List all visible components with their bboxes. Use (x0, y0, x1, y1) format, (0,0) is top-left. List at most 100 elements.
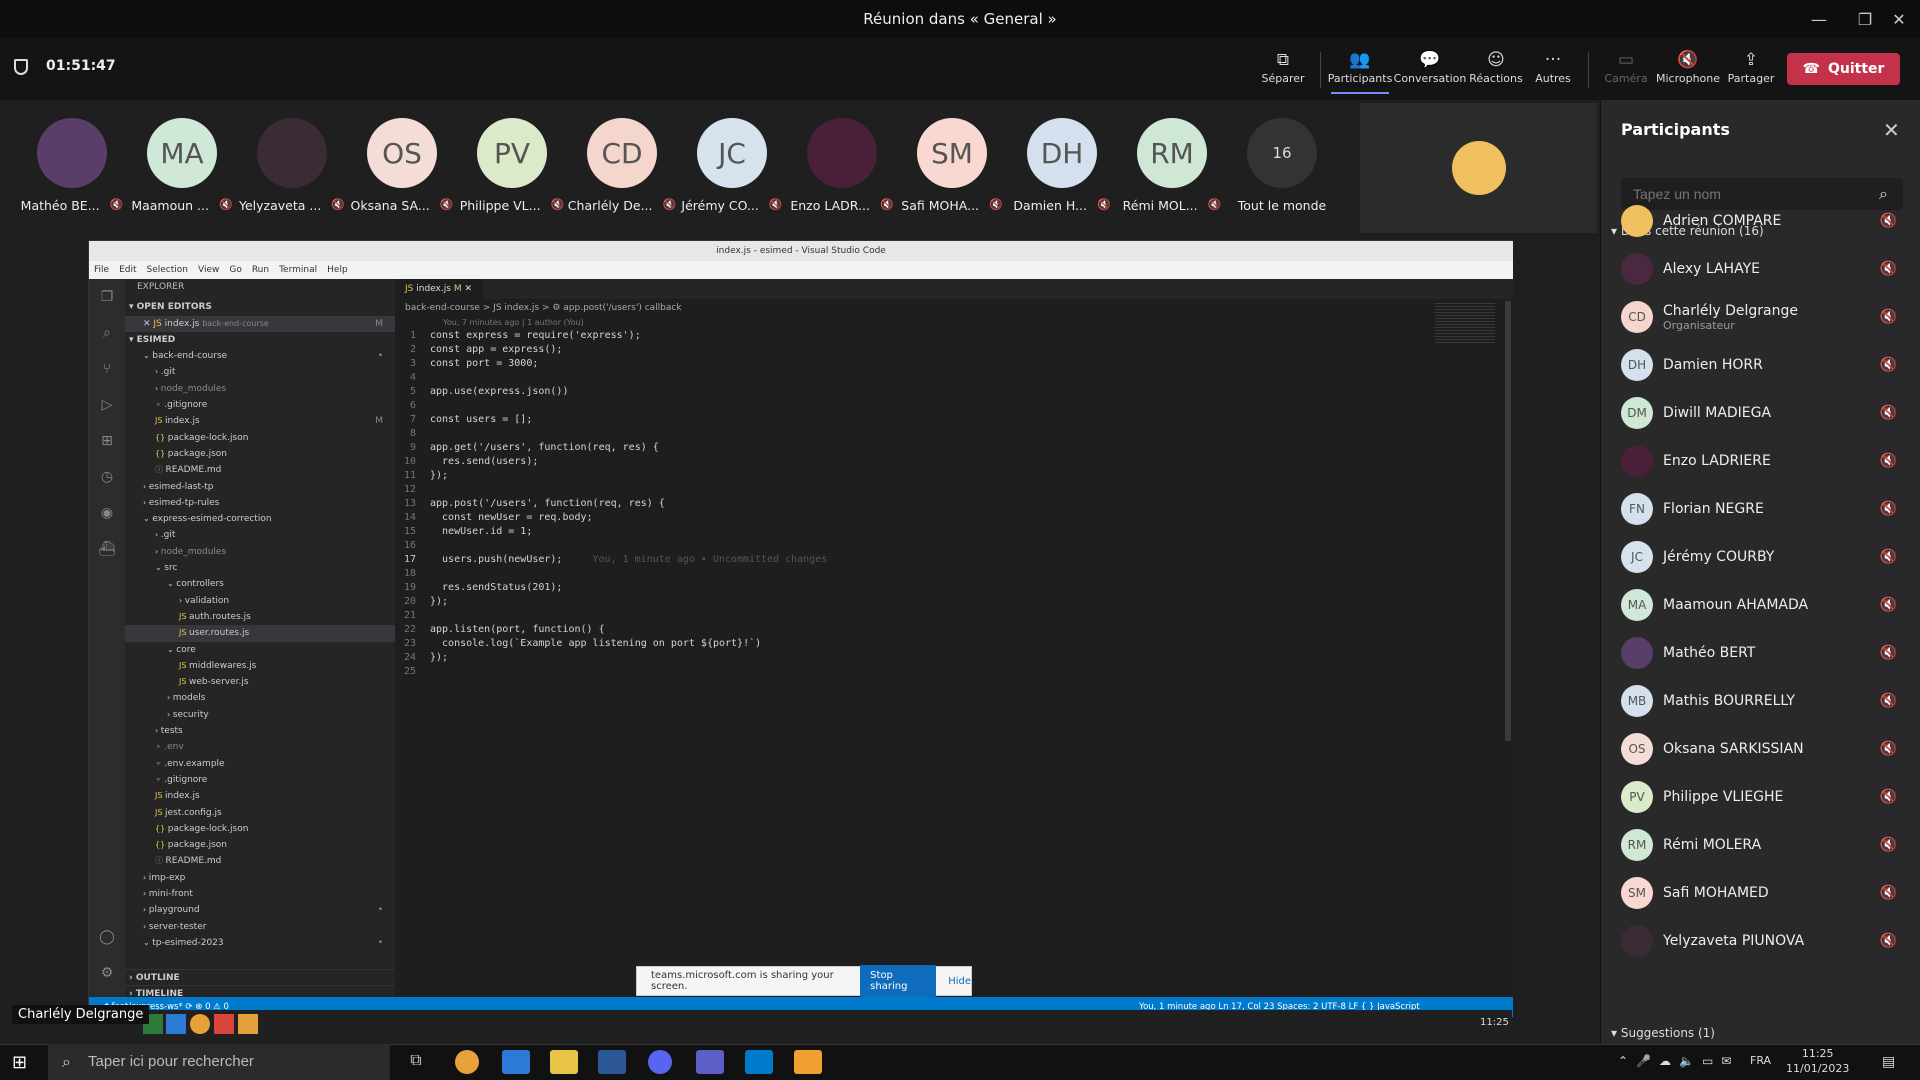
source-control-icon[interactable]: ⑂ (89, 351, 125, 387)
editor-scrollbar[interactable] (1505, 301, 1511, 741)
menu-item-terminal[interactable]: Terminal (279, 261, 317, 279)
tree-file[interactable]: {} package-lock.json (125, 430, 395, 446)
camera-button[interactable]: ▭ Caméra (1597, 48, 1655, 94)
code-line[interactable]: 7 const users = []; (395, 413, 1495, 427)
code-line[interactable]: 3 const port = 3000; (395, 357, 1495, 371)
code-line[interactable]: 1 const express = require('express'); (395, 329, 1495, 343)
code-line[interactable]: 22 app.listen(port, function() { (395, 623, 1495, 637)
menu-item-go[interactable]: Go (229, 261, 241, 279)
participant-row[interactable]: RM Rémi MOLERA 🔇 (1621, 821, 1911, 869)
codelens-blame[interactable]: You, 7 minutes ago | 1 author (You) (443, 318, 584, 327)
strip-participant[interactable]: JC Jérémy CO... 🔇 (681, 118, 783, 234)
tree-folder[interactable]: › playground • (125, 902, 395, 918)
tree-folder[interactable]: ⌄ controllers (125, 576, 395, 592)
participant-row[interactable]: DH Damien HORR 🔇 (1621, 341, 1911, 389)
minimize-icon[interactable]: — (1796, 0, 1842, 38)
participant-row[interactable]: Adrien COMPARE 🔇 (1621, 197, 1911, 245)
outline-section[interactable]: › OUTLINE (125, 969, 395, 985)
strip-participant[interactable]: Mathéo BE... 🔇 (21, 118, 123, 234)
reactions-button[interactable]: ☺ Réactions (1467, 48, 1525, 94)
tree-folder[interactable]: › security (125, 707, 395, 723)
taskbar-search-input[interactable]: Taper ici pour rechercher (48, 1044, 390, 1080)
tree-file[interactable]: {} package.json (125, 446, 395, 462)
code-line[interactable]: 16 (395, 539, 1495, 553)
participant-row[interactable]: PV Philippe VLIEGHE 🔇 (1621, 773, 1911, 821)
participant-row[interactable]: SM Safi MOHAMED 🔇 (1621, 869, 1911, 917)
microphone-button[interactable]: 🔇 Microphone (1656, 48, 1720, 94)
strip-participant[interactable]: CD Charlély De... 🔇 (568, 118, 676, 234)
participant-row[interactable]: Mathéo BERT 🔇 (1621, 629, 1911, 677)
tree-folder[interactable]: › .git (125, 364, 395, 380)
strip-participant[interactable]: DH Damien H... 🔇 (1012, 118, 1112, 234)
code-line[interactable]: 9 app.get('/users', function(req, res) { (395, 441, 1495, 455)
tree-folder[interactable]: › node_modules (125, 381, 395, 397)
code-line[interactable]: 11}); (395, 469, 1495, 483)
menu-item-help[interactable]: Help (327, 261, 348, 279)
tree-file[interactable]: ⓘ README.md (125, 853, 395, 869)
more-button[interactable]: ··· Autres (1524, 48, 1582, 94)
close-icon[interactable]: ✕ (1876, 0, 1920, 38)
participant-row[interactable]: MB Mathis BOURRELLY 🔇 (1621, 677, 1911, 725)
strip-participant[interactable]: SM Safi MOHA... 🔇 (901, 118, 1003, 234)
code-lines[interactable]: 1 const express = require('express'); 2 con… (395, 329, 1495, 679)
menu-item-view[interactable]: View (198, 261, 219, 279)
tree-file[interactable]: ⚬ .gitignore (125, 397, 395, 413)
tree-folder[interactable]: › server-tester (125, 919, 395, 935)
code-line[interactable]: 13 app.post('/users', function(req, res) … (395, 497, 1495, 511)
code-line[interactable]: 14 const newUser = req.body; (395, 511, 1495, 525)
gitkraken-taskbar-icon[interactable] (794, 1050, 822, 1074)
teams-taskbar-icon[interactable] (696, 1050, 724, 1074)
participant-row[interactable]: MA Maamoun AHAMADA 🔇 (1621, 581, 1911, 629)
code-line[interactable]: 5 app.use(express.json()) (395, 385, 1495, 399)
tree-folder[interactable]: › .git (125, 527, 395, 543)
quit-button[interactable]: ☎ Quitter (1787, 53, 1900, 85)
participant-row[interactable]: CD Charlély Delgrange Organisateur 🔇 (1621, 293, 1911, 341)
system-tray-icons[interactable]: ⌃🎤☁🔈▭✉ (1618, 1054, 1739, 1068)
windows-start-icon[interactable]: ⊞ (12, 1052, 27, 1073)
tree-file[interactable]: ⚬ .env (125, 739, 395, 755)
tree-folder[interactable]: ⌄ express-esimed-correction (125, 511, 395, 527)
tree-file[interactable]: JS middlewares.js (125, 658, 395, 674)
code-line[interactable]: 15 newUser.id = 1; (395, 525, 1495, 539)
strip-participant[interactable]: PV Philippe VL... 🔇 (460, 118, 564, 234)
breadcrumb[interactable]: back-end-course > JS index.js > ⚙ app.po… (405, 303, 682, 313)
account-icon[interactable]: ◯ (89, 919, 125, 955)
tree-folder[interactable]: ⌄ tp-esimed-2023 • (125, 935, 395, 951)
tree-folder[interactable]: ⌄ src (125, 560, 395, 576)
code-line[interactable]: 8 (395, 427, 1495, 441)
run-debug-icon[interactable]: ▷ (89, 387, 125, 423)
discord-taskbar-icon[interactable] (648, 1050, 672, 1074)
code-line[interactable]: 10 res.send(users); (395, 455, 1495, 469)
settings-gear-icon[interactable]: ⚙ (89, 955, 125, 991)
tree-folder[interactable]: › esimed-tp-rules (125, 495, 395, 511)
tree-file[interactable]: {} package-lock.json (125, 821, 395, 837)
code-line[interactable]: 20}); (395, 595, 1495, 609)
minimap[interactable] (1435, 303, 1495, 343)
code-line[interactable]: 19 res.sendStatus(201); (395, 581, 1495, 595)
menu-item-run[interactable]: Run (252, 261, 269, 279)
stop-sharing-button[interactable]: Stop sharing (860, 965, 937, 997)
tree-file[interactable]: {} package.json (125, 837, 395, 853)
code-line[interactable]: 17 users.push(newUser); You, 1 minute ago… (395, 553, 1495, 567)
code-line[interactable]: 25 (395, 665, 1495, 679)
vscode-taskbar-icon[interactable] (745, 1050, 773, 1074)
extensions-icon[interactable]: ⊞ (89, 423, 125, 459)
tree-file[interactable]: JS jest.config.js (125, 805, 395, 821)
suggestions-header[interactable]: ▾ Suggestions (1) (1611, 1026, 1715, 1040)
menu-item-edit[interactable]: Edit (119, 261, 136, 279)
tree-folder[interactable]: › validation (125, 593, 395, 609)
tree-file[interactable]: JS index.js (125, 788, 395, 804)
tree-file[interactable]: JS index.js M (125, 413, 395, 429)
strip-participant[interactable]: RM Rémi MOL... 🔇 (1122, 118, 1222, 234)
chrome-taskbar-icon[interactable] (455, 1050, 479, 1074)
tree-file[interactable]: ⓘ README.md (125, 462, 395, 478)
tree-folder[interactable]: ⌄ core (125, 642, 395, 658)
participant-row[interactable]: OS Oksana SARKISSIAN 🔇 (1621, 725, 1911, 773)
tree-folder[interactable]: › models (125, 690, 395, 706)
remote-icon[interactable]: ◉ (89, 495, 125, 531)
participant-row[interactable]: DM Diwill MADIEGA 🔇 (1621, 389, 1911, 437)
open-editors-header[interactable]: ▾ OPEN EDITORS (125, 299, 395, 315)
close-icon[interactable]: ✕ (1883, 118, 1900, 142)
strip-participant[interactable]: Enzo LADR... 🔇 (790, 118, 894, 234)
code-line[interactable]: 6 (395, 399, 1495, 413)
